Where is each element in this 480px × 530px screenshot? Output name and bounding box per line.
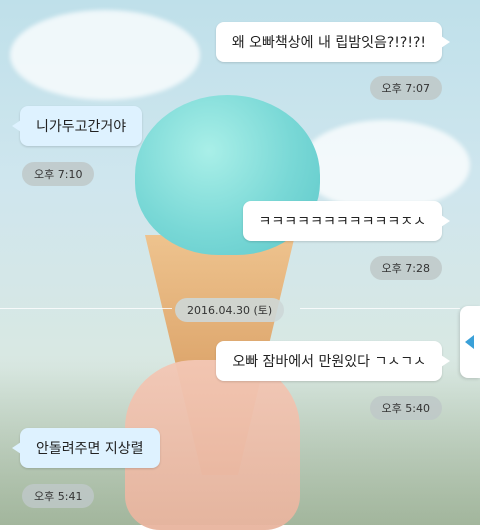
message-bubble[interactable]: 오빠 잠바에서 만원있다 ㄱㅅㄱㅅ (216, 341, 450, 381)
wallpaper-cloud (300, 120, 470, 210)
date-divider: 2016.04.30 (토) (175, 298, 285, 322)
message-time: 오후 7:10 (22, 162, 95, 186)
message-bubble[interactable]: 니가두고간거야 (11, 106, 143, 146)
message-time: 오후 5:40 (369, 396, 442, 420)
date-divider-line (300, 308, 460, 309)
message-time: 오후 7:07 (369, 76, 442, 100)
message-bubble[interactable]: ㅋㅋㅋㅋㅋㅋㅋㅋㅋㅋㅋㅈㅅ (242, 201, 451, 241)
message-bubble[interactable]: 안돌려주면 지상렬 (12, 428, 160, 468)
message-bubble[interactable]: 왜 오빠책상에 내 립밤잇음?!?!?! (215, 22, 451, 62)
wallpaper-cloud (10, 10, 200, 100)
chevron-left-icon[interactable] (460, 306, 480, 378)
message-time: 오후 7:28 (369, 256, 442, 280)
message-time: 오후 5:41 (22, 484, 95, 508)
date-divider-line (0, 308, 172, 309)
